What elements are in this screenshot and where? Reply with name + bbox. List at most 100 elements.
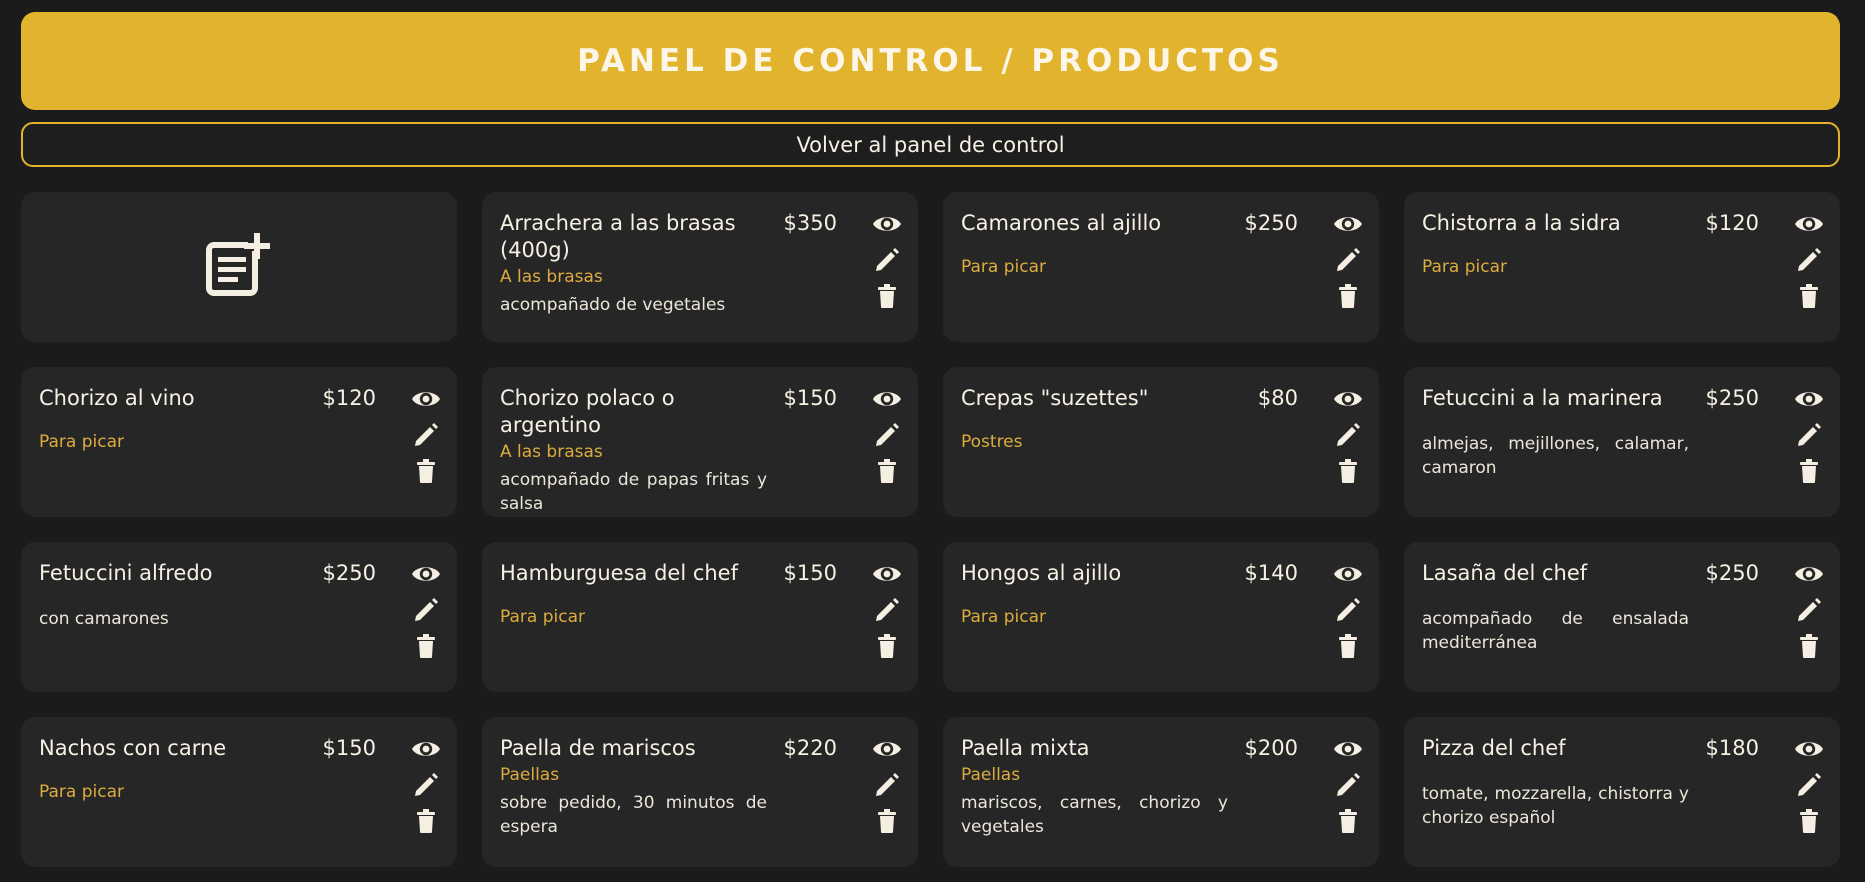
edit-icon[interactable]	[411, 596, 441, 624]
delete-icon[interactable]	[1333, 632, 1363, 660]
product-name: Chorizo al vino	[39, 386, 195, 410]
product-head: Chorizo al vino $120	[39, 385, 376, 412]
view-icon[interactable]	[872, 735, 902, 763]
edit-icon[interactable]	[1794, 771, 1824, 799]
product-card: Pizza del chef $180 tomate, mozzarella, ch…	[1404, 717, 1840, 867]
view-icon[interactable]	[411, 735, 441, 763]
product-name: Crepas "suzettes"	[961, 386, 1149, 410]
delete-icon[interactable]	[872, 282, 902, 310]
back-to-dashboard-button[interactable]: Volver al panel de control	[21, 122, 1840, 167]
product-price: $220	[783, 736, 837, 760]
view-icon[interactable]	[1333, 385, 1363, 413]
product-description: acompañado de papas fritas y salsa	[500, 470, 767, 514]
edit-icon[interactable]	[1333, 246, 1363, 274]
edit-icon[interactable]	[411, 421, 441, 449]
product-card: Paella mixta $200 Paellas mariscos, carnes,…	[943, 717, 1379, 867]
delete-icon[interactable]	[1794, 282, 1824, 310]
view-icon[interactable]	[411, 560, 441, 588]
product-name: Chorizo polaco o argentino	[500, 386, 675, 437]
view-icon[interactable]	[1794, 735, 1824, 763]
product-info: Crepas "suzettes" $80 Postres	[961, 385, 1298, 454]
product-head: Chorizo polaco o argentino $150	[500, 385, 837, 439]
product-actions	[1792, 560, 1826, 660]
product-head: Fetuccini alfredo $250	[39, 560, 376, 587]
product-info: Fetuccini a la marinera $250 almejas, meji…	[1422, 385, 1759, 480]
product-head: Crepas "suzettes" $80	[961, 385, 1298, 412]
product-name: Arrachera a las brasas (400g)	[500, 211, 736, 262]
view-icon[interactable]	[1794, 210, 1824, 238]
delete-icon[interactable]	[872, 807, 902, 835]
delete-icon[interactable]	[411, 457, 441, 485]
product-info: Paella de mariscos $220 Paellas sobre pedid…	[500, 735, 837, 839]
view-icon[interactable]	[872, 385, 902, 413]
delete-icon[interactable]	[1333, 282, 1363, 310]
view-icon[interactable]	[1794, 385, 1824, 413]
product-info: Nachos con carne $150 Para picar	[39, 735, 376, 804]
product-info: Camarones al ajillo $250 Para picar	[961, 210, 1298, 279]
product-name: Paella mixta	[961, 736, 1090, 760]
delete-icon[interactable]	[872, 457, 902, 485]
edit-icon[interactable]	[411, 771, 441, 799]
view-icon[interactable]	[411, 385, 441, 413]
product-actions	[870, 560, 904, 660]
product-info: Paella mixta $200 Paellas mariscos, carnes,…	[961, 735, 1298, 839]
product-price: $250	[322, 561, 376, 585]
product-price: $250	[1705, 386, 1759, 410]
product-name: Fetuccini alfredo	[39, 561, 213, 585]
product-category: Para picar	[39, 782, 124, 802]
product-head: Nachos con carne $150	[39, 735, 376, 762]
product-info: Chistorra a la sidra $120 Para picar	[1422, 210, 1759, 279]
edit-icon[interactable]	[1794, 596, 1824, 624]
product-price: $80	[1257, 386, 1298, 410]
edit-icon[interactable]	[872, 421, 902, 449]
view-icon[interactable]	[1333, 560, 1363, 588]
view-icon[interactable]	[872, 560, 902, 588]
product-category: Paellas	[500, 765, 560, 785]
edit-icon[interactable]	[872, 246, 902, 274]
product-category: Para picar	[961, 257, 1046, 277]
delete-icon[interactable]	[1794, 457, 1824, 485]
edit-icon[interactable]	[872, 771, 902, 799]
delete-icon[interactable]	[1333, 457, 1363, 485]
product-info: Pizza del chef $180 tomate, mozzarella, ch…	[1422, 735, 1759, 830]
add-product-card[interactable]	[21, 192, 457, 342]
product-category: Para picar	[500, 607, 585, 627]
view-icon[interactable]	[1794, 560, 1824, 588]
delete-icon[interactable]	[411, 632, 441, 660]
edit-icon[interactable]	[1333, 771, 1363, 799]
product-name: Lasaña del chef	[1422, 561, 1588, 585]
product-card: Camarones al ajillo $250 Para picar	[943, 192, 1379, 342]
product-actions	[409, 560, 443, 660]
delete-icon[interactable]	[1794, 807, 1824, 835]
product-name: Hongos al ajillo	[961, 561, 1122, 585]
product-card: Chistorra a la sidra $120 Para picar	[1404, 192, 1840, 342]
delete-icon[interactable]	[411, 807, 441, 835]
edit-icon[interactable]	[1794, 246, 1824, 274]
edit-icon[interactable]	[872, 596, 902, 624]
product-name: Nachos con carne	[39, 736, 227, 760]
view-icon[interactable]	[1333, 735, 1363, 763]
product-card: Nachos con carne $150 Para picar	[21, 717, 457, 867]
product-actions	[1792, 735, 1826, 835]
edit-icon[interactable]	[1794, 421, 1824, 449]
product-description: acompañado de vegetales	[500, 295, 726, 315]
view-icon[interactable]	[1333, 210, 1363, 238]
delete-icon[interactable]	[1794, 632, 1824, 660]
product-category: Paellas	[961, 765, 1021, 785]
product-head: Pizza del chef $180	[1422, 735, 1759, 762]
product-price: $150	[322, 736, 376, 760]
delete-icon[interactable]	[872, 632, 902, 660]
edit-icon[interactable]	[1333, 421, 1363, 449]
page-header: PANEL DE CONTROL / PRODUCTOS	[21, 12, 1840, 110]
product-actions	[870, 210, 904, 310]
product-actions	[409, 735, 443, 835]
edit-icon[interactable]	[1333, 596, 1363, 624]
delete-icon[interactable]	[1333, 807, 1363, 835]
product-head: Fetuccini a la marinera $250	[1422, 385, 1759, 412]
product-price: $120	[1705, 211, 1759, 235]
product-info: Lasaña del chef $250 acompañado de ensalad…	[1422, 560, 1759, 655]
product-actions	[1792, 210, 1826, 310]
view-icon[interactable]	[872, 210, 902, 238]
product-price: $350	[783, 211, 837, 235]
product-description: sobre pedido, 30 minutos de espera	[500, 793, 767, 837]
